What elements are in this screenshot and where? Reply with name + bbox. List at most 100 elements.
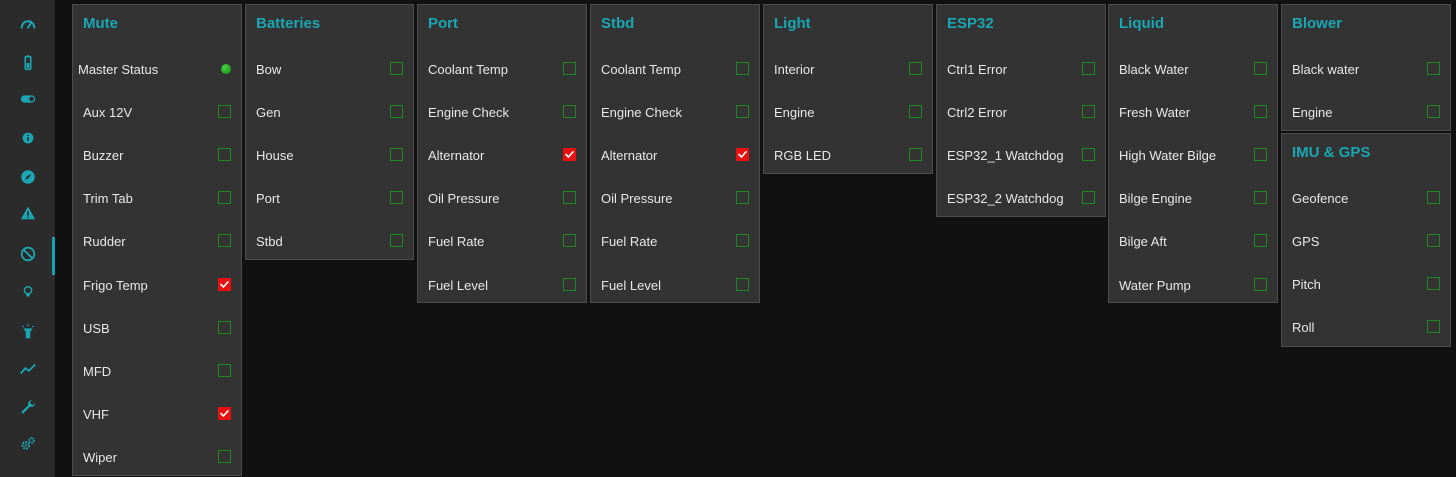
mute-checkbox[interactable]	[218, 191, 231, 204]
alarm-row-ctrl2-error[interactable]: Ctrl2 Error	[937, 97, 1105, 127]
nav-alerts[interactable]	[0, 196, 55, 234]
alarm-row-esp32-2-watchdog[interactable]: ESP32_2 Watchdog	[937, 183, 1105, 213]
alarm-row-port[interactable]: Port	[246, 183, 413, 213]
alarm-row-esp32-1-watchdog[interactable]: ESP32_1 Watchdog	[937, 140, 1105, 170]
mute-checkbox[interactable]	[218, 234, 231, 247]
alarm-row-interior[interactable]: Interior	[764, 54, 932, 84]
mute-checkbox[interactable]	[563, 62, 576, 75]
alarm-row-alternator[interactable]: Alternator	[591, 140, 759, 170]
mute-checkbox[interactable]	[563, 234, 576, 247]
alarm-row-engine-check[interactable]: Engine Check	[591, 97, 759, 127]
mute-checkbox[interactable]	[1427, 277, 1440, 290]
mute-checkbox[interactable]	[736, 278, 749, 291]
nav-dashboard[interactable]	[0, 7, 55, 45]
alarm-row-rgb-led[interactable]: RGB LED	[764, 140, 932, 170]
alarm-row-oil-pressure[interactable]: Oil Pressure	[591, 183, 759, 213]
nav-navigation[interactable]	[0, 160, 55, 198]
nav-tools[interactable]	[0, 390, 55, 428]
alarm-row-rudder[interactable]: Rudder	[73, 226, 241, 256]
mute-checkbox[interactable]	[1427, 320, 1440, 333]
alarm-row-fuel-level[interactable]: Fuel Level	[418, 270, 586, 300]
alarm-row-black-water[interactable]: Black water	[1282, 54, 1450, 84]
mute-checkbox[interactable]	[736, 191, 749, 204]
nav-charts[interactable]	[0, 352, 55, 390]
mute-checkbox-checked[interactable]	[218, 278, 231, 291]
mute-checkbox[interactable]	[218, 450, 231, 463]
alarm-row-gen[interactable]: Gen	[246, 97, 413, 127]
nav-mute[interactable]	[0, 237, 55, 275]
mute-checkbox[interactable]	[1082, 105, 1095, 118]
mute-checkbox[interactable]	[1254, 191, 1267, 204]
mute-checkbox[interactable]	[909, 62, 922, 75]
mute-checkbox[interactable]	[218, 364, 231, 377]
mute-checkbox[interactable]	[390, 62, 403, 75]
mute-checkbox[interactable]	[218, 321, 231, 334]
mute-checkbox[interactable]	[1082, 191, 1095, 204]
alarm-row-vhf[interactable]: VHF	[73, 399, 241, 429]
alarm-row-buzzer[interactable]: Buzzer	[73, 140, 241, 170]
alarm-row-frigo-temp[interactable]: Frigo Temp	[73, 270, 241, 300]
mute-checkbox[interactable]	[563, 191, 576, 204]
alarm-row-high-water-bilge[interactable]: High Water Bilge	[1109, 140, 1277, 170]
mute-checkbox-checked[interactable]	[218, 407, 231, 420]
alarm-row-fuel-level[interactable]: Fuel Level	[591, 270, 759, 300]
mute-checkbox[interactable]	[909, 148, 922, 161]
alarm-row-pitch[interactable]: Pitch	[1282, 269, 1450, 299]
alarm-row-fresh-water[interactable]: Fresh Water	[1109, 97, 1277, 127]
alarm-row-wiper[interactable]: Wiper	[73, 442, 241, 472]
nav-settings[interactable]	[0, 427, 55, 465]
mute-checkbox[interactable]	[390, 105, 403, 118]
mute-checkbox[interactable]	[1254, 62, 1267, 75]
mute-checkbox[interactable]	[736, 234, 749, 247]
mute-checkbox[interactable]	[1427, 191, 1440, 204]
mute-checkbox[interactable]	[218, 148, 231, 161]
alarm-row-alternator[interactable]: Alternator	[418, 140, 586, 170]
mute-checkbox[interactable]	[1427, 234, 1440, 247]
mute-checkbox[interactable]	[390, 191, 403, 204]
alarm-row-gps[interactable]: GPS	[1282, 226, 1450, 256]
alarm-row-ctrl1-error[interactable]: Ctrl1 Error	[937, 54, 1105, 84]
mute-checkbox[interactable]	[1254, 278, 1267, 291]
mute-checkbox-checked[interactable]	[563, 148, 576, 161]
mute-checkbox-checked[interactable]	[736, 148, 749, 161]
mute-checkbox[interactable]	[736, 62, 749, 75]
nav-battery[interactable]	[0, 46, 55, 84]
alarm-row-trim-tab[interactable]: Trim Tab	[73, 183, 241, 213]
alarm-row-fuel-rate[interactable]: Fuel Rate	[418, 226, 586, 256]
mute-checkbox[interactable]	[1254, 148, 1267, 161]
alarm-row-fuel-rate[interactable]: Fuel Rate	[591, 226, 759, 256]
alarm-row-engine[interactable]: Engine	[1282, 97, 1450, 127]
alarm-row-bilge-engine[interactable]: Bilge Engine	[1109, 183, 1277, 213]
mute-checkbox[interactable]	[218, 105, 231, 118]
mute-checkbox[interactable]	[1082, 62, 1095, 75]
nav-info[interactable]	[0, 121, 55, 159]
nav-lights[interactable]	[0, 275, 55, 313]
alarm-row-coolant-temp[interactable]: Coolant Temp	[591, 54, 759, 84]
alarm-row-black-water[interactable]: Black Water	[1109, 54, 1277, 84]
alarm-row-stbd[interactable]: Stbd	[246, 226, 413, 256]
mute-checkbox[interactable]	[390, 234, 403, 247]
mute-checkbox[interactable]	[1254, 105, 1267, 118]
alarm-row-usb[interactable]: USB	[73, 313, 241, 343]
mute-checkbox[interactable]	[1427, 105, 1440, 118]
nav-switches[interactable]	[0, 82, 55, 120]
alarm-row-house[interactable]: House	[246, 140, 413, 170]
mute-checkbox[interactable]	[1082, 148, 1095, 161]
mute-checkbox[interactable]	[1254, 234, 1267, 247]
alarm-row-aux-12v[interactable]: Aux 12V	[73, 97, 241, 127]
alarm-row-geofence[interactable]: Geofence	[1282, 183, 1450, 213]
alarm-row-oil-pressure[interactable]: Oil Pressure	[418, 183, 586, 213]
mute-checkbox[interactable]	[1427, 62, 1440, 75]
nav-flashlight[interactable]	[0, 315, 55, 353]
alarm-row-master-status[interactable]: Master Status	[73, 54, 241, 84]
alarm-row-engine[interactable]: Engine	[764, 97, 932, 127]
mute-checkbox[interactable]	[909, 105, 922, 118]
mute-checkbox[interactable]	[390, 148, 403, 161]
alarm-row-bilge-aft[interactable]: Bilge Aft	[1109, 226, 1277, 256]
mute-checkbox[interactable]	[563, 105, 576, 118]
alarm-row-water-pump[interactable]: Water Pump	[1109, 270, 1277, 300]
mute-checkbox[interactable]	[736, 105, 749, 118]
alarm-row-engine-check[interactable]: Engine Check	[418, 97, 586, 127]
alarm-row-mfd[interactable]: MFD	[73, 356, 241, 386]
alarm-row-bow[interactable]: Bow	[246, 54, 413, 84]
